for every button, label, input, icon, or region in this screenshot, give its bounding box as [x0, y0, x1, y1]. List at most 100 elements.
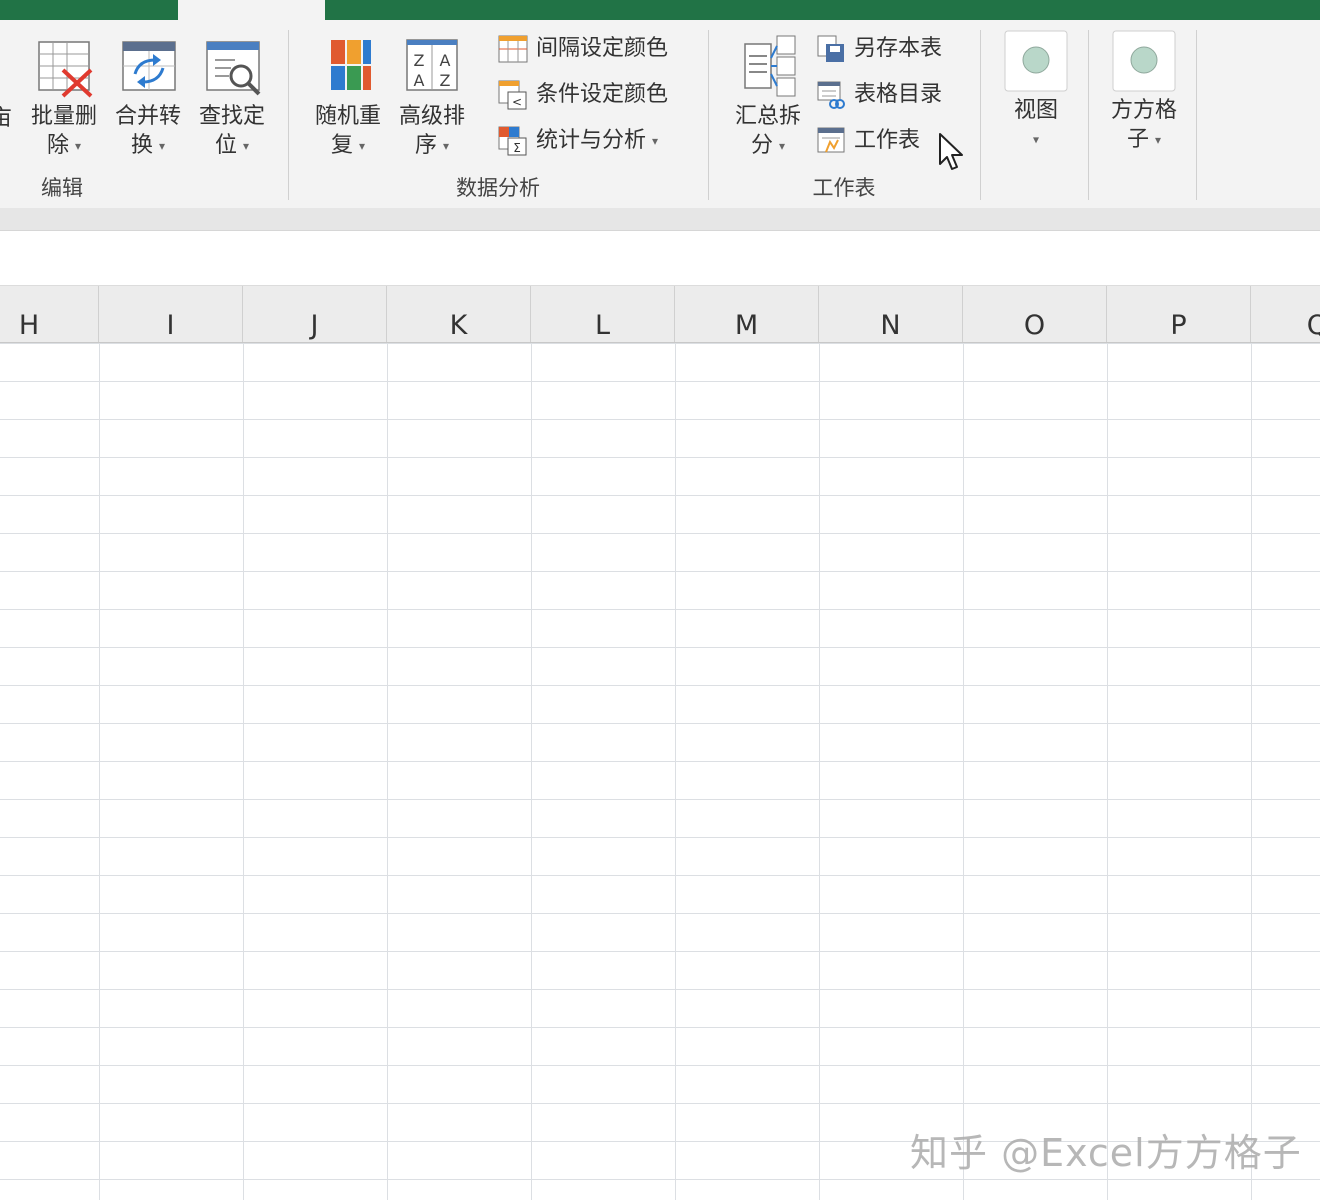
column-header-i[interactable]: I [99, 286, 243, 342]
batch-delete-label-2: 除 ▾ [46, 133, 82, 158]
grid-column-line [675, 343, 676, 1200]
chevron-down-icon: ▾ [242, 138, 250, 153]
table-directory-button[interactable]: 表格目录 [816, 80, 942, 110]
summary-split-button[interactable]: 汇总拆 分 ▾ [728, 34, 808, 161]
chevron-down-icon: ▾ [652, 134, 659, 148]
partial-label: 亩 [0, 106, 12, 131]
interval-color-icon [498, 35, 528, 63]
stats-analysis-label: 统计与分析 [536, 128, 647, 153]
ffgz-circle-icon [1112, 30, 1176, 92]
random-repeat-icon [331, 40, 371, 90]
find-locate-label-1: 查找定 [198, 104, 265, 129]
partial-icon [0, 44, 16, 100]
svg-text:Z: Z [440, 71, 451, 90]
analysis-group-label: 数据分析 [456, 176, 540, 200]
column-header-p[interactable]: P [1107, 286, 1251, 342]
ribbon-collapse-strip [0, 208, 1320, 231]
grid-column-line [243, 343, 244, 1200]
grid-column-line [1251, 343, 1252, 1200]
column-header-row: H I J K L M N O P Q [0, 286, 1320, 343]
random-repeat-label-1: 随机重 [314, 104, 381, 129]
ffgz-label-1: 方方格 [1110, 98, 1177, 123]
save-sheet-button[interactable]: 另存本表 [816, 34, 942, 64]
group-divider [1196, 30, 1197, 200]
title-bar [0, 0, 1320, 22]
merge-convert-label-1: 合并转 [114, 104, 181, 129]
column-header-q[interactable]: Q [1251, 286, 1320, 342]
svg-text:Σ: Σ [513, 141, 521, 155]
group-divider [1088, 30, 1089, 200]
group-divider [288, 30, 289, 200]
group-divider [708, 30, 709, 200]
formula-bar[interactable] [0, 231, 1320, 286]
column-header-l[interactable]: L [531, 286, 675, 342]
batch-delete-button[interactable]: 批量删 除 ▾ [26, 38, 102, 161]
grid-column-line [819, 343, 820, 1200]
merge-convert-icon [122, 41, 176, 91]
partial-ribbon-button[interactable]: 亩 [0, 44, 16, 133]
merge-convert-button[interactable]: 合并转 换 ▾ [110, 38, 186, 161]
summary-split-label-2: 分 ▾ [750, 133, 786, 158]
svg-text:<: < [512, 95, 522, 109]
ribbon: 亩 批量删 除 ▾ 合并转 换 ▾ 查找定 位 ▾ 编辑 随机重 复 ▾ Z A… [0, 20, 1320, 208]
view-caret: ▾ [996, 125, 1076, 155]
chevron-down-icon: ▾ [1032, 132, 1040, 147]
random-repeat-button[interactable]: 随机重 复 ▾ [308, 38, 388, 161]
interval-color-label: 间隔设定颜色 [536, 36, 669, 61]
condition-color-label: 条件设定颜色 [536, 82, 669, 107]
chevron-down-icon: ▾ [74, 138, 82, 153]
column-header-j[interactable]: J [243, 286, 387, 342]
batch-delete-label-1: 批量删 [30, 104, 97, 129]
worksheet-icon [817, 127, 845, 153]
condition-color-button[interactable]: < 条件设定颜色 [498, 80, 668, 110]
find-locate-label-2: 位 ▾ [214, 133, 250, 158]
view-button[interactable]: 视图 ▾ [996, 30, 1076, 155]
svg-text:A: A [440, 51, 451, 70]
watermark: 知乎 @Excel方方格子 [910, 1131, 1302, 1175]
chevron-down-icon: ▾ [442, 138, 450, 153]
svg-text:Z: Z [414, 51, 425, 70]
advanced-sort-label-1: 高级排 [398, 104, 465, 129]
advanced-sort-button[interactable]: Z A A Z 高级排 序 ▾ [392, 38, 472, 161]
advanced-sort-label-2: 序 ▾ [414, 133, 450, 158]
worksheet-button[interactable]: 工作表 [816, 126, 920, 156]
column-header-h[interactable]: H [0, 286, 99, 342]
column-header-o[interactable]: O [963, 286, 1107, 342]
table-directory-icon [817, 81, 845, 109]
column-header-m[interactable]: M [675, 286, 819, 342]
grid-column-line [387, 343, 388, 1200]
summary-split-label-1: 汇总拆 [734, 104, 801, 129]
chevron-down-icon: ▾ [358, 138, 366, 153]
svg-text:A: A [414, 71, 425, 90]
interval-color-button[interactable]: 间隔设定颜色 [498, 34, 668, 64]
save-sheet-label: 另存本表 [854, 36, 943, 61]
stats-analysis-icon: Σ [498, 126, 527, 156]
find-locate-button[interactable]: 查找定 位 ▾ [194, 38, 270, 161]
view-label: 视图 [1013, 98, 1058, 123]
chevron-down-icon: ▾ [158, 138, 166, 153]
active-ribbon-tab[interactable] [178, 0, 325, 22]
batch-delete-icon [38, 41, 93, 98]
grid-column-line [1107, 343, 1108, 1200]
grid-column-line [963, 343, 964, 1200]
column-header-k[interactable]: K [387, 286, 531, 342]
stats-analysis-button[interactable]: Σ 统计与分析 ▾ [498, 126, 658, 156]
grid-column-line [531, 343, 532, 1200]
spreadsheet-grid[interactable] [0, 343, 1320, 1200]
advanced-sort-icon: Z A A Z [406, 39, 458, 91]
save-sheet-icon [817, 35, 844, 62]
ffgz-button[interactable]: 方方格 子 ▾ [1100, 30, 1188, 155]
view-circle-icon [1004, 30, 1068, 92]
edit-group-label: 编辑 [41, 176, 83, 200]
group-divider [980, 30, 981, 200]
column-header-n[interactable]: N [819, 286, 963, 342]
mouse-pointer-icon [939, 133, 963, 170]
worksheet-label: 工作表 [854, 128, 921, 153]
chevron-down-icon: ▾ [1154, 132, 1162, 147]
grid-column-line [99, 343, 100, 1200]
chevron-down-icon: ▾ [778, 138, 786, 153]
table-directory-label: 表格目录 [854, 82, 943, 107]
summary-split-icon [744, 35, 796, 97]
ffgz-label-2: 子 ▾ [1126, 127, 1162, 152]
condition-color-icon: < [498, 80, 527, 110]
